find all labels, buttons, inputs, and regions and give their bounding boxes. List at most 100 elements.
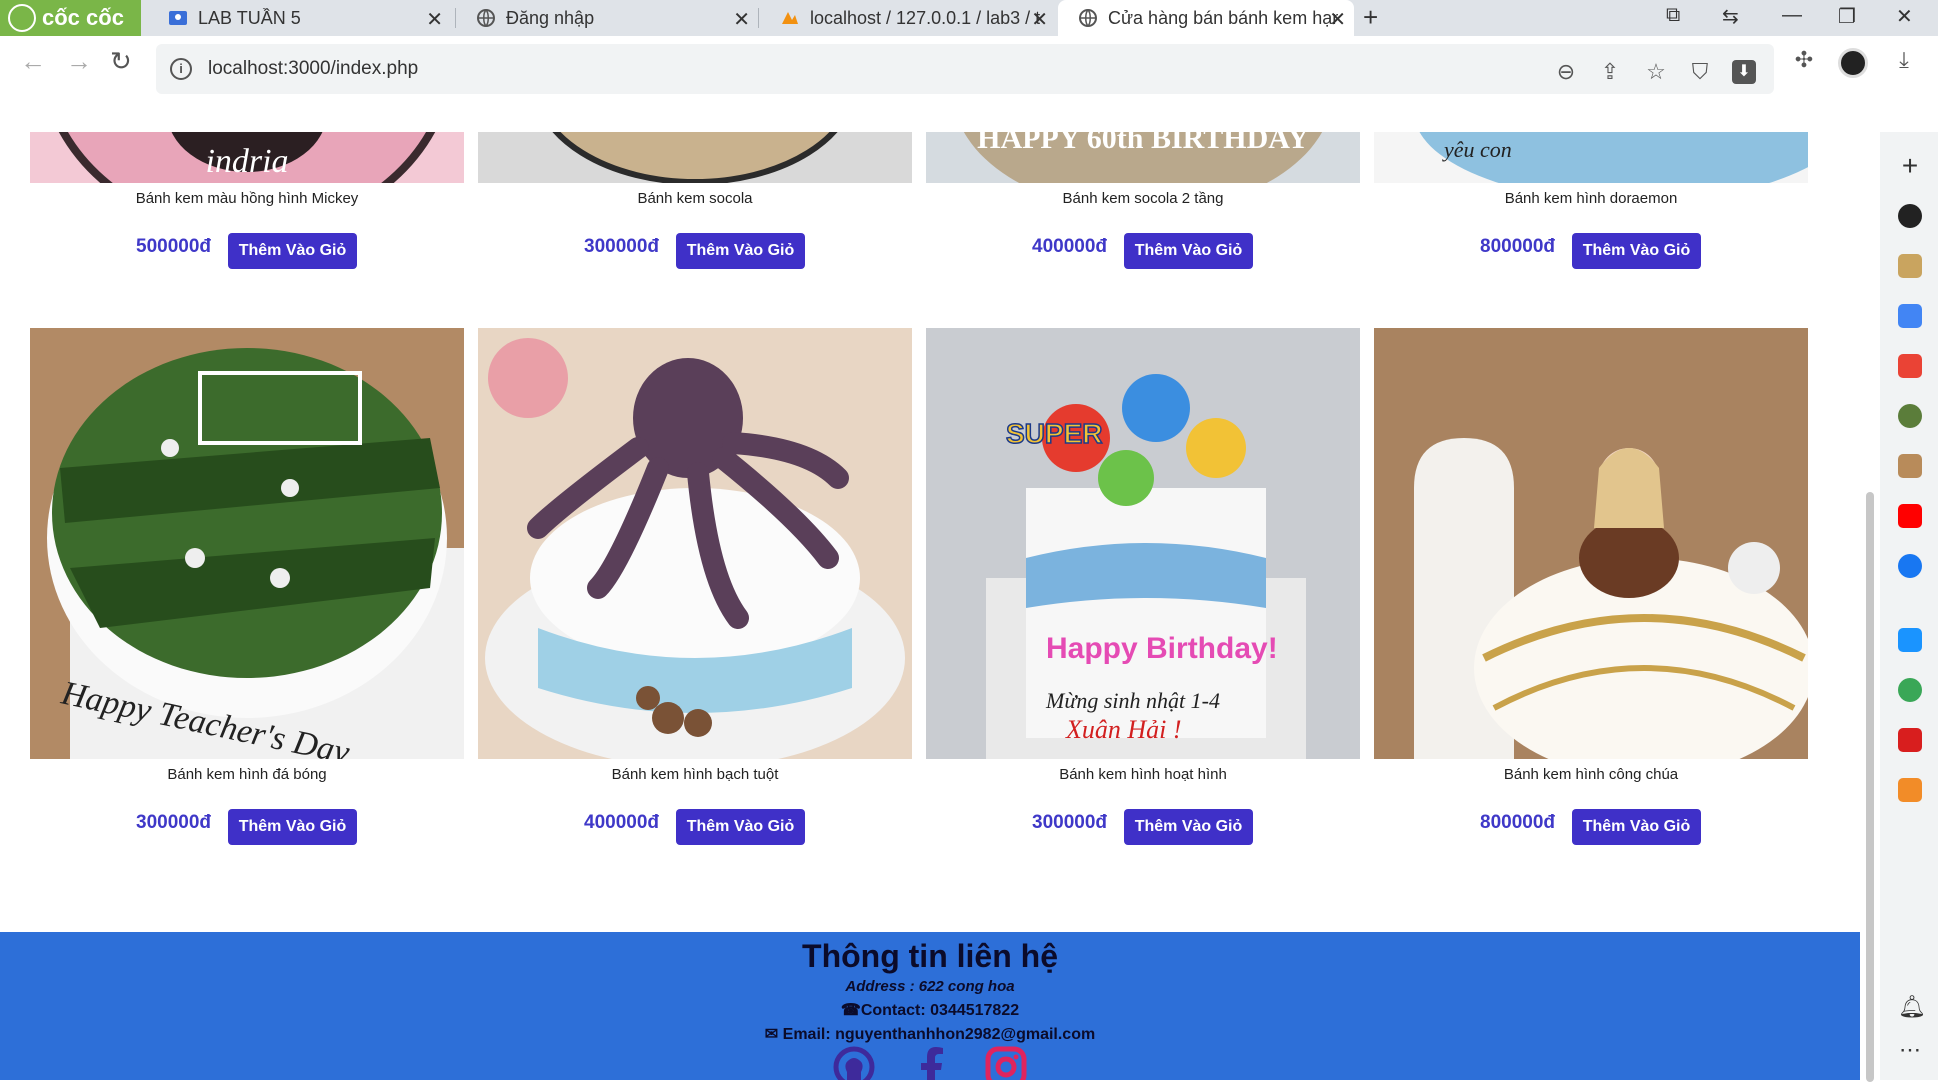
close-tab-icon[interactable]: ✕ (1329, 7, 1346, 32)
footer-address: Address : 622 cong hoa (845, 978, 1015, 995)
close-window-icon[interactable]: ✕ (1896, 4, 1913, 29)
footer: Thông tin liên hệ Address : 622 cong hoa… (0, 932, 1860, 1080)
translate-icon[interactable] (1898, 304, 1922, 328)
image-caption: yêu con (1442, 137, 1512, 162)
browser-sidebar: + 🔔︎ ⋯ (1880, 132, 1938, 1080)
facebook-icon[interactable] (911, 1046, 953, 1080)
product-image[interactable] (478, 132, 912, 183)
tiki-icon[interactable] (1898, 628, 1922, 652)
forward-icon[interactable]: → (66, 46, 92, 77)
football-icon[interactable] (1898, 678, 1922, 702)
tab-search-icon[interactable]: ⇆ (1722, 4, 1739, 29)
image-caption: SUPER (1006, 418, 1102, 449)
product-price: 300000đ (136, 812, 212, 833)
product-price: 300000đ (1032, 812, 1108, 833)
mail-icon: ✉ (764, 1026, 779, 1043)
downloads-icon[interactable]: ⤓ (1892, 48, 1916, 72)
product-image[interactable]: HAPPY 60th BIRTHDAY (926, 132, 1360, 183)
messenger-icon[interactable] (1898, 554, 1922, 578)
footer-contact: ☎Contact: 0344517822 (0, 1000, 1860, 1020)
product-image[interactable]: indria (30, 132, 464, 183)
footer-title: Thông tin liên hệ (802, 938, 1058, 974)
game-icon[interactable] (1898, 404, 1922, 428)
github-icon[interactable] (833, 1046, 875, 1080)
tab-title: Đăng nhập (506, 7, 595, 28)
coccoc-logo-icon (8, 4, 36, 32)
download-video-icon[interactable]: ⬇ (1732, 60, 1756, 84)
photo-app-icon[interactable] (1898, 454, 1922, 478)
product-image[interactable] (1374, 328, 1808, 759)
tab-bar: cốc cốc LAB TUẦN 5 ✕ Đăng nhập ✕ localho… (0, 0, 1938, 36)
globe-icon (1079, 9, 1097, 27)
shopping-icon[interactable] (1898, 778, 1922, 802)
minimize-icon[interactable]: — (1782, 4, 1802, 27)
product-image[interactable]: SUPER Happy Birthday! Mừng sinh nhật 1-4… (926, 328, 1360, 759)
product-name: Bánh kem hình bạch tuột (611, 766, 779, 783)
scrollbar-thumb[interactable] (1866, 492, 1874, 1082)
product-image[interactable] (478, 328, 912, 759)
reload-icon[interactable]: ↻ (110, 46, 132, 77)
add-sidebar-icon[interactable]: + (1898, 152, 1922, 180)
product-image[interactable]: Happy Teacher's Day (30, 328, 464, 759)
contact-text: Contact: 0344517822 (860, 1002, 1020, 1019)
shield-icon[interactable]: ⛉ (1688, 60, 1712, 84)
page-scrollbar[interactable] (1860, 132, 1880, 1082)
product-price: 500000đ (136, 236, 212, 257)
youtube-icon[interactable] (1898, 504, 1922, 528)
add-to-cart-button[interactable]: Thêm Vào Giỏ (228, 809, 357, 845)
product-name: Bánh kem hình doraemon (1504, 190, 1678, 207)
add-to-cart-button[interactable]: Thêm Vào Giỏ (228, 233, 357, 269)
add-to-cart-button[interactable]: Thêm Vào Giỏ (1572, 233, 1701, 269)
tab-login[interactable]: Đăng nhập ✕ (456, 0, 758, 36)
tab-cake-shop[interactable]: Cửa hàng bán bánh kem hạn ✕ (1058, 0, 1354, 36)
image-caption: Mừng sinh nhật 1-4 (1045, 688, 1220, 713)
image-search-icon[interactable] (1898, 254, 1922, 278)
browser-brand[interactable]: cốc cốc (0, 0, 141, 36)
globe-icon (477, 9, 495, 27)
add-to-cart-button[interactable]: Thêm Vào Giỏ (1124, 809, 1253, 845)
brand-label: cốc cốc (42, 5, 124, 30)
restore-icon[interactable]: ❐ (1838, 4, 1856, 29)
image-caption: indria (205, 143, 288, 180)
close-tab-icon[interactable]: ✕ (426, 7, 443, 32)
screenshot-icon[interactable]: ⧉ (1666, 4, 1680, 27)
product-image[interactable]: yêu con (1374, 132, 1808, 183)
image-caption: HAPPY 60th BIRTHDAY (977, 132, 1309, 155)
phpmyadmin-icon (782, 12, 798, 24)
more-icon[interactable]: ⋯ (1898, 1039, 1922, 1066)
tab-title: Cửa hàng bán bánh kem hạn (1108, 7, 1338, 28)
close-tab-icon[interactable]: ✕ (1031, 7, 1048, 32)
todo-icon[interactable] (1898, 728, 1922, 752)
gmail-icon[interactable] (1898, 354, 1922, 378)
add-to-cart-button[interactable]: Thêm Vào Giỏ (676, 809, 805, 845)
close-tab-icon[interactable]: ✕ (733, 7, 750, 32)
star-icon[interactable]: ☆ (1644, 60, 1668, 84)
email-text: Email: nguyenthanhhon2982@gmail.com (782, 1026, 1096, 1043)
github-icon[interactable] (1898, 204, 1922, 228)
product-name: Bánh kem socola (637, 190, 753, 207)
product-name: Bánh kem hình hoạt hình (1059, 766, 1227, 783)
product-price: 800000đ (1480, 236, 1556, 257)
add-to-cart-button[interactable]: Thêm Vào Giỏ (1572, 809, 1701, 845)
product-price: 400000đ (1032, 236, 1108, 257)
new-tab-button[interactable]: + (1363, 2, 1378, 33)
back-icon[interactable]: ← (20, 46, 46, 77)
tab-lab5[interactable]: LAB TUẦN 5 ✕ (148, 0, 451, 36)
add-to-cart-button[interactable]: Thêm Vào Giỏ (676, 233, 805, 269)
product-name: Bánh kem màu hồng hình Mickey (135, 190, 359, 207)
tab-phpmyadmin[interactable]: localhost / 127.0.0.1 / lab3 / t ✕ (760, 0, 1056, 36)
extensions-icon[interactable]: ✣ (1792, 48, 1816, 72)
address-bar[interactable]: i localhost:3000/index.php ⊖ ⇪ ☆ ⛉ ⬇ (156, 44, 1774, 94)
profile-avatar[interactable] (1838, 48, 1868, 78)
add-to-cart-button[interactable]: Thêm Vào Giỏ (1124, 233, 1253, 269)
share-icon[interactable]: ⇪ (1598, 60, 1622, 84)
product-name: Bánh kem socola 2 tầng (1062, 190, 1224, 207)
page-content: indria Bánh kem màu hồng hình Mickey 500… (0, 132, 1860, 1080)
zoom-out-icon[interactable]: ⊖ (1554, 60, 1578, 84)
tab-title: LAB TUẦN 5 (198, 7, 301, 28)
url-text[interactable]: localhost:3000/index.php (208, 58, 418, 80)
site-info-icon[interactable]: i (170, 58, 192, 80)
notification-bell-icon[interactable]: 🔔︎ (1898, 994, 1926, 1019)
instagram-icon[interactable] (985, 1046, 1027, 1080)
product-name: Bánh kem hình đá bóng (167, 766, 327, 783)
